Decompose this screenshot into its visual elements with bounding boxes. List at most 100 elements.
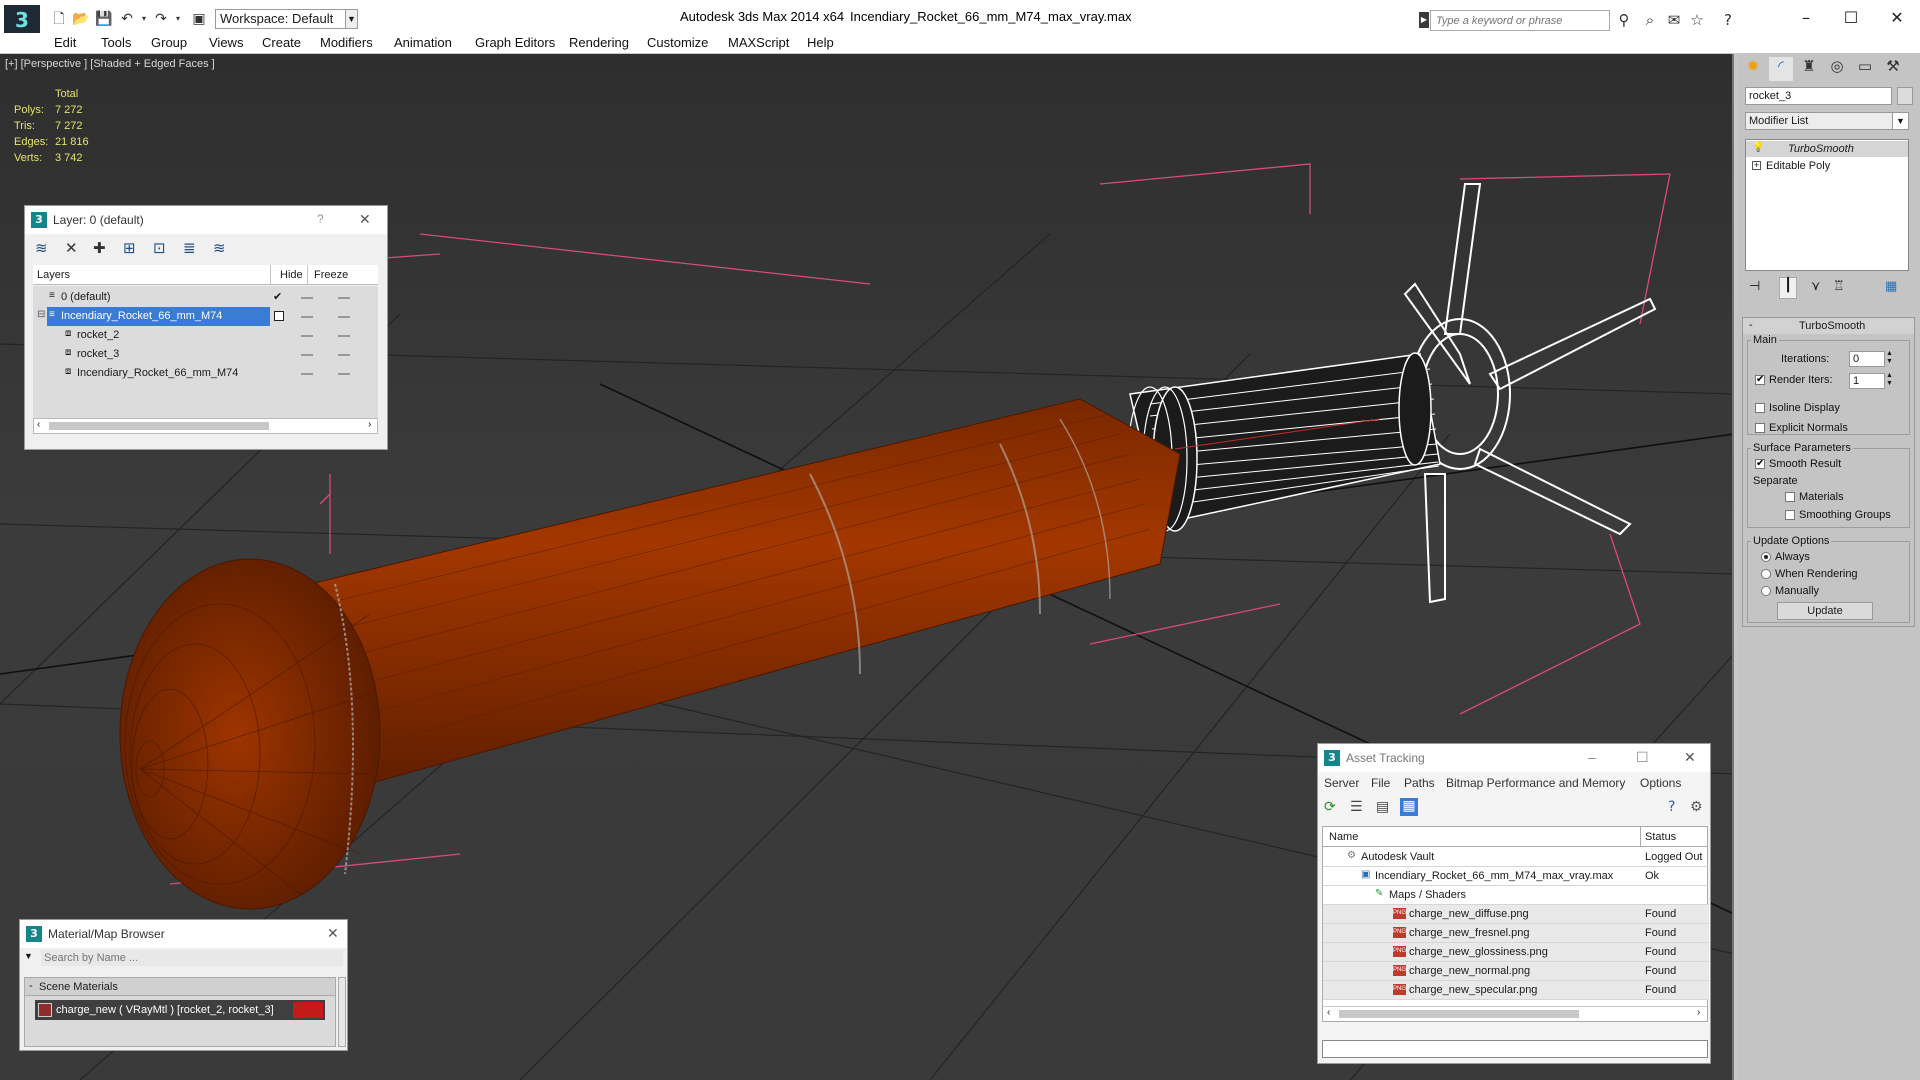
lightbulb-icon[interactable]: 💡 — [1752, 142, 1764, 153]
close-button[interactable]: ✕ — [1874, 4, 1920, 32]
favorites-star-icon[interactable]: ☆ — [1687, 10, 1707, 30]
chevron-down-icon[interactable]: ▼ — [1892, 113, 1908, 129]
utilities-tab-icon[interactable]: ⚒ — [1881, 57, 1905, 81]
help-icon[interactable]: ? — [1718, 10, 1738, 30]
hide-all-layers-icon[interactable]: ≋ — [213, 239, 226, 257]
asset-row[interactable]: PNG charge_new_normal.png Found — [1323, 962, 1709, 981]
scroll-left-icon[interactable]: ‹ — [1327, 1007, 1330, 1018]
tree-view-icon[interactable]: ▤ — [1376, 799, 1389, 815]
configure-modifier-sets-icon[interactable]: ▦ — [1885, 279, 1897, 294]
horizontal-scrollbar[interactable]: ‹ › — [33, 418, 378, 434]
asset-path-field[interactable] — [1322, 1040, 1708, 1058]
hierarchy-tab-icon[interactable]: ♜ — [1797, 57, 1821, 81]
create-tab-icon[interactable]: ✹ — [1741, 57, 1765, 81]
materials-checkbox[interactable] — [1785, 492, 1795, 502]
binoculars-icon[interactable]: ⚲ — [1614, 10, 1634, 30]
asset-row[interactable]: PNG charge_new_glossiness.png Found — [1323, 943, 1709, 962]
undo-dropdown-icon[interactable]: ▾ — [135, 10, 153, 28]
collapse-icon[interactable]: - — [29, 980, 33, 992]
spinner-arrows-icon[interactable]: ▲ ▼ — [1886, 350, 1893, 366]
collapse-icon[interactable]: - — [1749, 319, 1753, 331]
layer-object-row[interactable]: ⧈ Incendiary_Rocket_66_mm_M74 — [33, 364, 399, 383]
redo-dropdown-icon[interactable]: ▾ — [169, 10, 187, 28]
scrollbar-thumb[interactable] — [1339, 1010, 1579, 1018]
keyword-search-input[interactable] — [1430, 10, 1610, 31]
pin-stack-icon[interactable]: ⊣ — [1749, 279, 1760, 294]
open-file-icon[interactable]: 📂 — [72, 10, 90, 28]
scroll-left-icon[interactable]: ‹ — [37, 419, 40, 430]
viewport-label[interactable]: [+] [Perspective ] [Shaded + Edged Faces… — [5, 58, 215, 70]
asset-row[interactable]: ⚙ Autodesk Vault Logged Out — [1323, 848, 1709, 867]
material-entry[interactable]: charge_new ( VRayMtl ) [rocket_2, rocket… — [35, 1000, 325, 1020]
browser-options-chevron-icon[interactable]: ▼ — [24, 951, 36, 965]
chevron-down-icon[interactable]: ▼ — [345, 9, 358, 29]
scroll-right-icon[interactable]: › — [368, 419, 371, 430]
layer-object-row[interactable]: ⧈ rocket_2 — [33, 326, 399, 345]
menu-graph-editors[interactable]: Graph Editors — [475, 35, 555, 50]
layer-manager-icon[interactable]: ≋ — [35, 239, 48, 257]
help-icon[interactable]: ? — [317, 212, 324, 226]
motion-tab-icon[interactable]: ◎ — [1825, 57, 1849, 81]
menu-customize[interactable]: Customize — [647, 35, 708, 50]
when-rendering-radio[interactable] — [1761, 569, 1771, 579]
layer-row[interactable]: ≡ 0 (default) ✔ — [33, 288, 399, 307]
create-layer-icon[interactable]: ✚ — [93, 239, 106, 257]
remove-modifier-icon[interactable]: ♖ — [1833, 279, 1845, 294]
search-icon[interactable]: ⌕ — [1640, 10, 1660, 30]
modify-tab-icon[interactable]: ◜ — [1769, 57, 1793, 81]
material-search-input[interactable] — [41, 950, 343, 966]
smoothing-groups-checkbox[interactable] — [1785, 510, 1795, 520]
app-logo-icon[interactable]: 3 — [4, 5, 40, 35]
project-folder-icon[interactable]: ▣ — [190, 10, 208, 28]
spinner-arrows-icon[interactable]: ▲ ▼ — [1886, 372, 1893, 388]
layers-column-header[interactable]: Layers — [37, 269, 70, 281]
modifier-stack-item[interactable]: + Editable Poly — [1746, 158, 1908, 174]
vertical-scrollbar[interactable] — [338, 977, 346, 1047]
close-icon[interactable]: ✕ — [359, 211, 371, 228]
menu-tools[interactable]: Tools — [101, 35, 131, 50]
maximize-button[interactable]: ☐ — [1636, 749, 1649, 766]
asset-row[interactable]: ▣ Incendiary_Rocket_66_mm_M74_max_vray.m… — [1323, 867, 1709, 886]
minimize-button[interactable]: – — [1783, 4, 1829, 32]
isoline-display-checkbox[interactable] — [1755, 403, 1765, 413]
menu-help[interactable]: Help — [807, 35, 834, 50]
material-browser-titlebar[interactable]: 3 Material/Map Browser ✕ — [20, 920, 347, 948]
object-color-swatch[interactable] — [1897, 87, 1913, 105]
iterations-spinner[interactable]: 0 — [1849, 351, 1885, 367]
menu-edit[interactable]: Edit — [54, 35, 76, 50]
communication-center-icon[interactable]: ✉ — [1664, 10, 1684, 30]
highlight-layer-icon[interactable]: ≣ — [183, 239, 196, 257]
list-view-icon[interactable]: ☰ — [1350, 799, 1363, 815]
always-radio[interactable] — [1761, 552, 1771, 562]
explicit-normals-checkbox[interactable] — [1755, 423, 1765, 433]
menu-file[interactable]: File — [1371, 776, 1390, 790]
modifier-list-dropdown[interactable]: Modifier List ▼ — [1745, 112, 1909, 130]
redo-icon[interactable]: ↷ — [152, 10, 170, 28]
scene-materials-section[interactable]: - Scene Materials — [25, 978, 335, 996]
name-column-header[interactable]: Name — [1329, 831, 1358, 843]
menu-rendering[interactable]: Rendering — [569, 35, 629, 50]
scrollbar-thumb[interactable] — [49, 422, 269, 430]
menu-modifiers[interactable]: Modifiers — [320, 35, 373, 50]
menu-group[interactable]: Group — [151, 35, 187, 50]
update-button[interactable]: Update — [1777, 602, 1873, 620]
render-iters-checkbox[interactable]: ✔ — [1755, 375, 1765, 385]
status-column-header[interactable]: Status — [1645, 831, 1676, 843]
menu-animation[interactable]: Animation — [394, 35, 452, 50]
manually-radio[interactable] — [1761, 586, 1771, 596]
hide-column-header[interactable]: Hide — [280, 269, 303, 281]
horizontal-scrollbar[interactable]: ‹ › — [1323, 1006, 1707, 1021]
asset-row[interactable]: PNG charge_new_fresnel.png Found — [1323, 924, 1709, 943]
smooth-result-checkbox[interactable]: ✔ — [1755, 459, 1765, 469]
help-icon[interactable]: ? — [1668, 799, 1675, 815]
menu-server[interactable]: Server — [1324, 776, 1359, 790]
layer-panel-titlebar[interactable]: 3 Layer: 0 (default) ? ✕ — [25, 206, 387, 234]
close-button[interactable]: ✕ — [1684, 749, 1696, 766]
add-to-layer-icon[interactable]: ⊞ — [123, 239, 136, 257]
make-unique-icon[interactable]: ⋎ — [1811, 279, 1821, 294]
show-end-result-icon[interactable]: ┃ — [1779, 277, 1797, 299]
freeze-column-header[interactable]: Freeze — [314, 269, 348, 281]
menu-create[interactable]: Create — [262, 35, 301, 50]
workspace-select[interactable]: Workspace: Default — [215, 9, 358, 29]
collapse-icon[interactable]: ⊟ — [37, 309, 45, 320]
